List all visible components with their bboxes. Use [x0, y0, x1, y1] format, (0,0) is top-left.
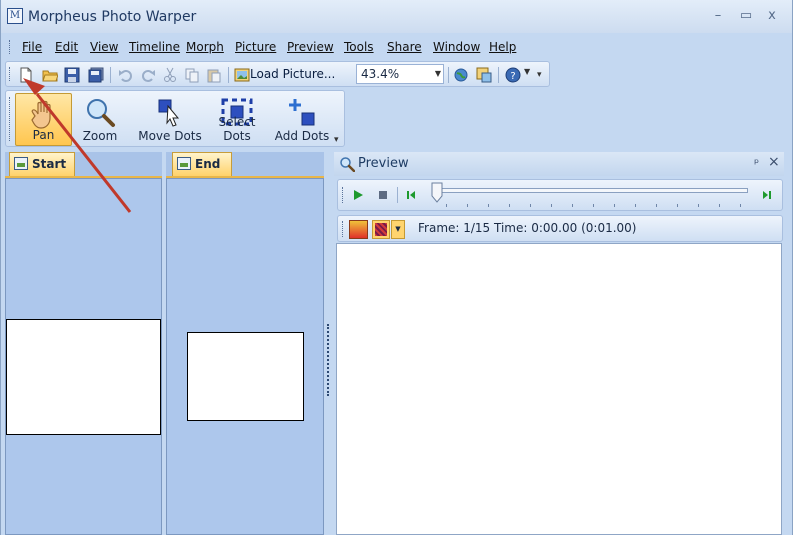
- app-window: M Morpheus Photo Warper – ▭ x File Edit …: [0, 0, 793, 535]
- annotation-arrow: [23, 78, 132, 213]
